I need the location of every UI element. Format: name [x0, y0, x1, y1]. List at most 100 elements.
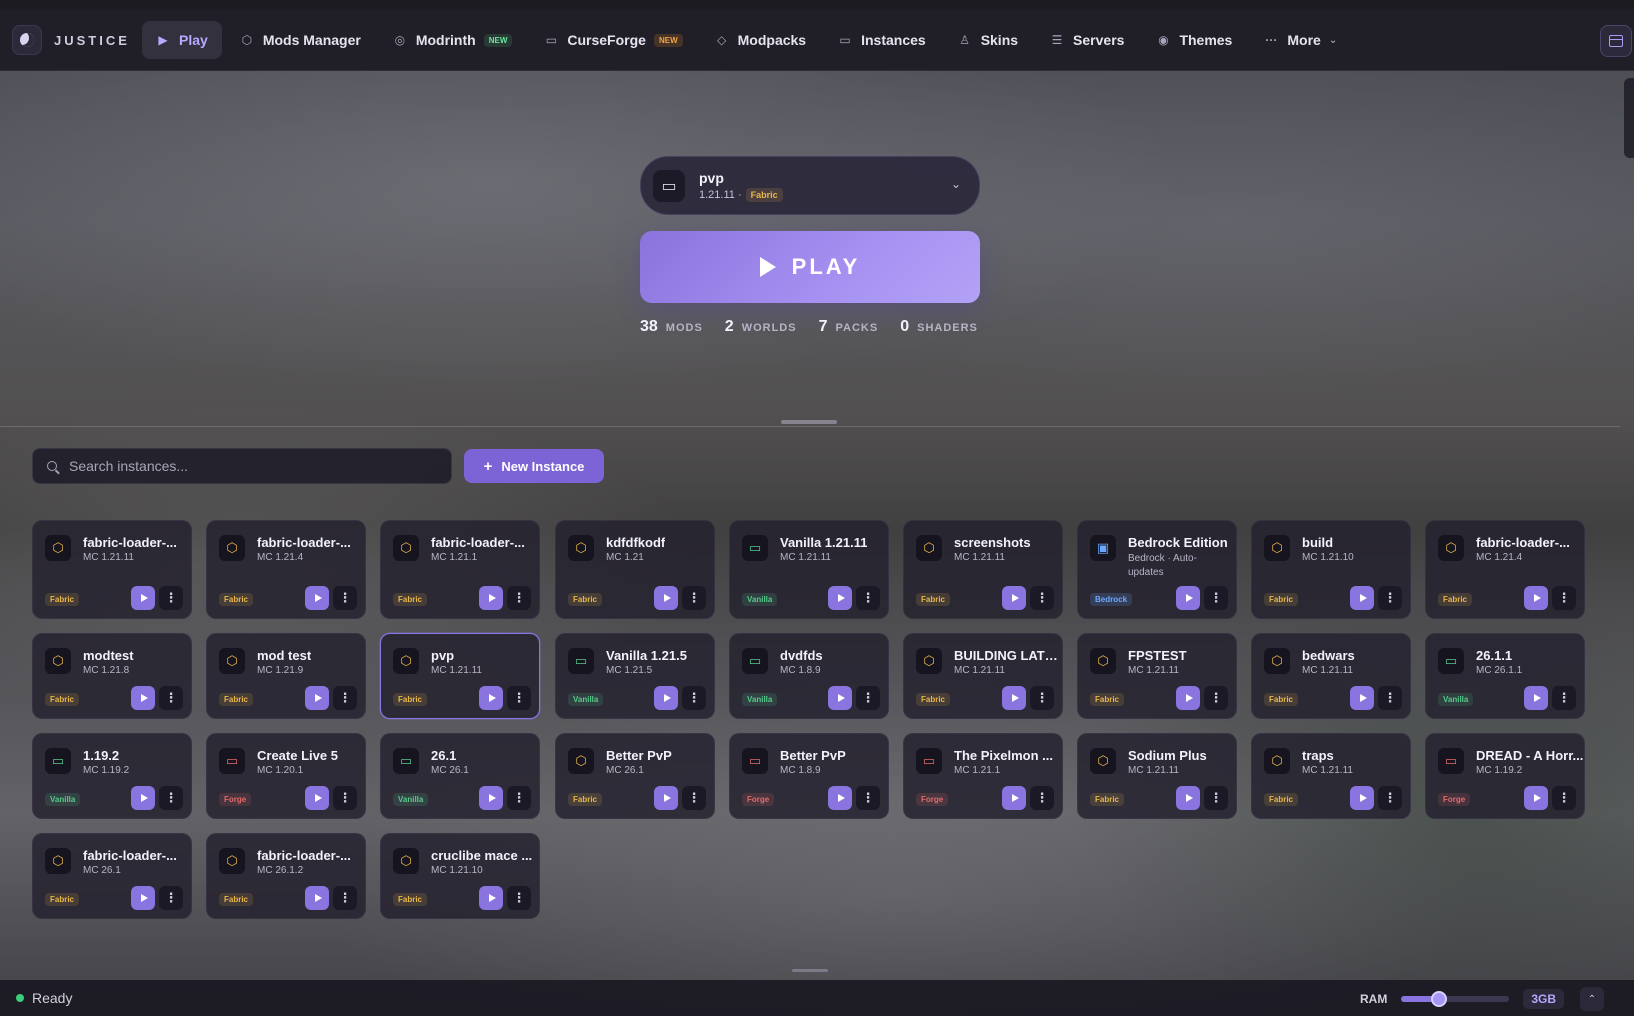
- instance-card[interactable]: ▭ DREAD - A Horr... MC 1.19.2 Forge ⋮: [1425, 733, 1585, 819]
- instance-card[interactable]: ▭ Create Live 5 MC 1.20.1 Forge ⋮: [206, 733, 366, 819]
- resize-handle[interactable]: [781, 420, 837, 424]
- search-input[interactable]: [69, 458, 429, 474]
- instance-card[interactable]: ⬡ FPSTEST MC 1.21.11 Fabric ⋮: [1077, 633, 1237, 719]
- instance-more-button[interactable]: ⋮: [507, 686, 531, 710]
- instance-play-button[interactable]: [305, 786, 329, 810]
- instance-card[interactable]: ⬡ modtest MC 1.21.8 Fabric ⋮: [32, 633, 192, 719]
- instance-card[interactable]: ⬡ build MC 1.21.10 Fabric ⋮: [1251, 520, 1411, 619]
- instance-play-button[interactable]: [1350, 686, 1374, 710]
- nav-mods-manager[interactable]: ⬡ Mods Manager: [226, 21, 375, 59]
- nav-skins[interactable]: ♙ Skins: [944, 21, 1032, 59]
- instance-more-button[interactable]: ⋮: [333, 586, 357, 610]
- instance-more-button[interactable]: ⋮: [856, 686, 880, 710]
- instance-more-button[interactable]: ⋮: [507, 786, 531, 810]
- instance-more-button[interactable]: ⋮: [856, 586, 880, 610]
- nav-modrinth[interactable]: ◎ Modrinth NEW: [379, 21, 527, 59]
- instance-card[interactable]: ⬡ screenshots MC 1.21.11 Fabric ⋮: [903, 520, 1063, 619]
- status-resize-handle[interactable]: [792, 969, 828, 972]
- instance-card[interactable]: ▭ The Pixelmon ... MC 1.21.1 Forge ⋮: [903, 733, 1063, 819]
- instance-more-button[interactable]: ⋮: [1204, 586, 1228, 610]
- instance-more-button[interactable]: ⋮: [682, 586, 706, 610]
- instance-play-button[interactable]: [479, 886, 503, 910]
- nav-instances[interactable]: ▭ Instances: [824, 21, 940, 59]
- instance-more-button[interactable]: ⋮: [333, 786, 357, 810]
- instance-play-button[interactable]: [1524, 786, 1548, 810]
- ram-slider[interactable]: [1401, 991, 1510, 1007]
- instance-card[interactable]: ▭ dvdfds MC 1.8.9 Vanilla ⋮: [729, 633, 889, 719]
- nav-themes[interactable]: ◉ Themes: [1142, 21, 1246, 59]
- instance-play-button[interactable]: [1002, 686, 1026, 710]
- instance-selector[interactable]: ▭ pvp 1.21.11 · Fabric ⌄: [640, 156, 980, 215]
- instance-more-button[interactable]: ⋮: [159, 886, 183, 910]
- instance-play-button[interactable]: [828, 786, 852, 810]
- instance-card[interactable]: ⬡ traps MC 1.21.11 Fabric ⋮: [1251, 733, 1411, 819]
- instance-play-button[interactable]: [305, 886, 329, 910]
- instance-play-button[interactable]: [1002, 586, 1026, 610]
- instance-card[interactable]: ⬡ fabric-loader-... MC 1.21.4 Fabric ⋮: [206, 520, 366, 619]
- new-instance-button[interactable]: + New Instance: [464, 449, 604, 483]
- instance-card[interactable]: ▭ Vanilla 1.21.11 MC 1.21.11 Vanilla ⋮: [729, 520, 889, 619]
- instance-more-button[interactable]: ⋮: [856, 786, 880, 810]
- play-button[interactable]: PLAY: [640, 231, 980, 303]
- instance-card[interactable]: ⬡ fabric-loader-... MC 1.21.1 Fabric ⋮: [380, 520, 540, 619]
- instance-more-button[interactable]: ⋮: [1378, 686, 1402, 710]
- instance-card[interactable]: ▣ Bedrock Edition Bedrock · Auto-updates Be…: [1077, 520, 1237, 619]
- instance-play-button[interactable]: [305, 586, 329, 610]
- expand-up-button[interactable]: ⌃: [1580, 987, 1604, 1011]
- instance-play-button[interactable]: [131, 886, 155, 910]
- instance-play-button[interactable]: [828, 686, 852, 710]
- instance-more-button[interactable]: ⋮: [333, 886, 357, 910]
- instance-play-button[interactable]: [654, 686, 678, 710]
- instance-more-button[interactable]: ⋮: [1030, 786, 1054, 810]
- instance-play-button[interactable]: [1524, 686, 1548, 710]
- instance-card[interactable]: ⬡ fabric-loader-... MC 1.21.4 Fabric ⋮: [1425, 520, 1585, 619]
- instance-card[interactable]: ⬡ kdfdfkodf MC 1.21 Fabric ⋮: [555, 520, 715, 619]
- instance-card[interactable]: ▭ 1.19.2 MC 1.19.2 Vanilla ⋮: [32, 733, 192, 819]
- instance-more-button[interactable]: ⋮: [159, 586, 183, 610]
- instance-more-button[interactable]: ⋮: [1552, 586, 1576, 610]
- instance-more-button[interactable]: ⋮: [1204, 786, 1228, 810]
- instance-play-button[interactable]: [479, 686, 503, 710]
- instance-card[interactable]: ▭ 26.1 MC 26.1 Vanilla ⋮: [380, 733, 540, 819]
- instance-play-button[interactable]: [131, 686, 155, 710]
- nav-play[interactable]: ▶ Play: [142, 21, 222, 59]
- instance-card[interactable]: ⬡ pvp MC 1.21.11 Fabric ⋮: [380, 633, 540, 719]
- instance-card[interactable]: ⬡ mod test MC 1.21.9 Fabric ⋮: [206, 633, 366, 719]
- instance-play-button[interactable]: [479, 786, 503, 810]
- instance-card[interactable]: ⬡ fabric-loader-... MC 1.21.11 Fabric ⋮: [32, 520, 192, 619]
- instance-play-button[interactable]: [1176, 786, 1200, 810]
- nav-curseforge[interactable]: ▭ CurseForge NEW: [530, 21, 696, 59]
- instance-card[interactable]: ⬡ fabric-loader-... MC 26.1.2 Fabric ⋮: [206, 833, 366, 919]
- nav-servers[interactable]: ☰ Servers: [1036, 21, 1138, 59]
- instance-play-button[interactable]: [828, 586, 852, 610]
- instance-more-button[interactable]: ⋮: [333, 686, 357, 710]
- instance-more-button[interactable]: ⋮: [507, 886, 531, 910]
- instance-more-button[interactable]: ⋮: [1552, 786, 1576, 810]
- instance-play-button[interactable]: [131, 786, 155, 810]
- nav-more[interactable]: ··· More ⌄: [1250, 21, 1351, 59]
- instance-play-button[interactable]: [131, 586, 155, 610]
- instance-more-button[interactable]: ⋮: [1204, 686, 1228, 710]
- instance-more-button[interactable]: ⋮: [159, 786, 183, 810]
- instance-more-button[interactable]: ⋮: [1030, 686, 1054, 710]
- nav-modpacks[interactable]: ◇ Modpacks: [701, 21, 820, 59]
- instance-play-button[interactable]: [1002, 786, 1026, 810]
- instance-card[interactable]: ⬡ fabric-loader-... MC 26.1 Fabric ⋮: [32, 833, 192, 919]
- instance-card[interactable]: ⬡ cruclibe mace ... MC 1.21.10 Fabric ⋮: [380, 833, 540, 919]
- instance-card[interactable]: ⬡ Sodium Plus MC 1.21.11 Fabric ⋮: [1077, 733, 1237, 819]
- instance-more-button[interactable]: ⋮: [682, 786, 706, 810]
- instance-more-button[interactable]: ⋮: [1552, 686, 1576, 710]
- instance-more-button[interactable]: ⋮: [507, 586, 531, 610]
- panel-toggle-button[interactable]: [1600, 25, 1632, 57]
- instance-card[interactable]: ▭ 26.1.1 MC 26.1.1 Vanilla ⋮: [1425, 633, 1585, 719]
- instance-card[interactable]: ⬡ Better PvP MC 26.1 Fabric ⋮: [555, 733, 715, 819]
- instance-play-button[interactable]: [1350, 586, 1374, 610]
- instance-play-button[interactable]: [654, 786, 678, 810]
- instance-play-button[interactable]: [305, 686, 329, 710]
- instance-more-button[interactable]: ⋮: [159, 686, 183, 710]
- instance-play-button[interactable]: [1176, 686, 1200, 710]
- instance-card[interactable]: ⬡ BUILDING LATEST MC 1.21.11 Fabric ⋮: [903, 633, 1063, 719]
- ram-slider-knob[interactable]: [1431, 991, 1448, 1007]
- instance-play-button[interactable]: [1524, 586, 1548, 610]
- instance-more-button[interactable]: ⋮: [1378, 586, 1402, 610]
